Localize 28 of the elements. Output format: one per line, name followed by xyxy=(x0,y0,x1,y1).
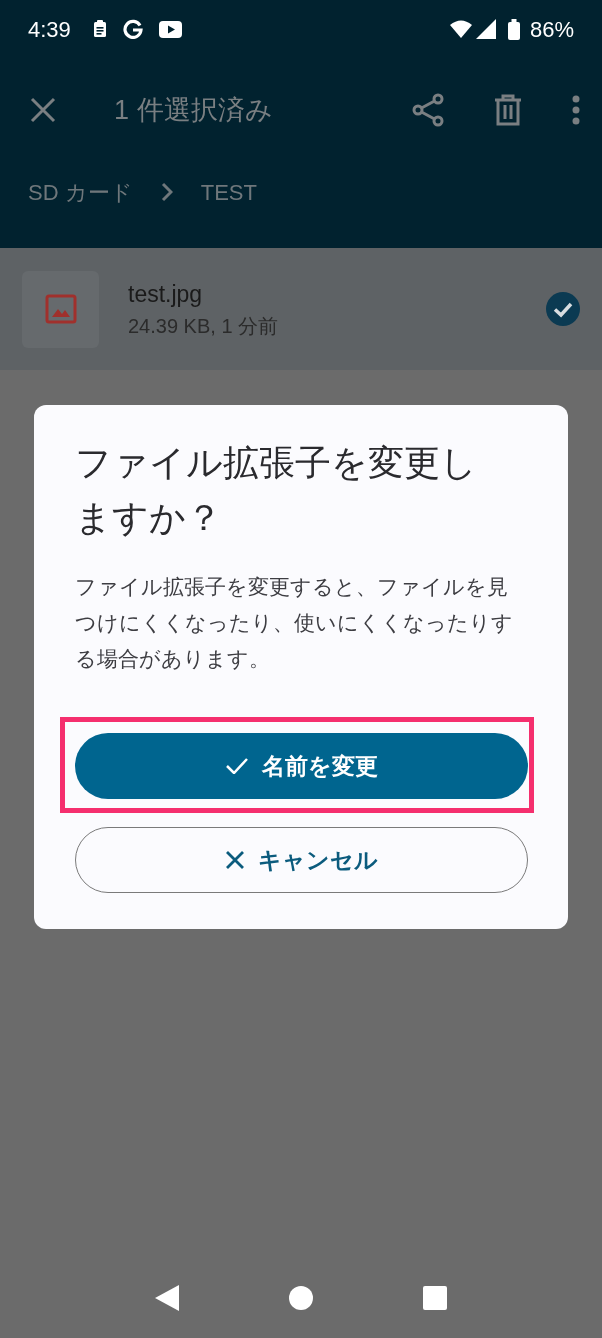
close-icon xyxy=(225,851,244,869)
breadcrumb-item[interactable]: SD カード xyxy=(28,175,133,209)
more-options-icon[interactable] xyxy=(572,95,580,125)
letter-g-icon xyxy=(122,19,143,39)
play-icon xyxy=(158,20,182,38)
battery-percent: 86% xyxy=(529,15,574,44)
clock: 4:39 xyxy=(28,15,71,44)
wifi-icon xyxy=(449,20,472,38)
dialog-message: ファイル拡張子を変更すると、ファイルを見つけにくくなったり、使いにくくなったりする場合があります。 xyxy=(75,574,514,672)
signal-icon xyxy=(475,19,496,39)
chevron-right-icon xyxy=(160,182,173,202)
dialog-title: ファイル拡張子を変更しますか？ xyxy=(75,441,478,540)
selection-count-title: 1 件選択済み xyxy=(114,93,273,127)
battery-icon xyxy=(507,18,520,40)
cancel-button[interactable]: キャンセル xyxy=(75,827,528,893)
breadcrumb-item[interactable]: TEST xyxy=(200,175,257,209)
rename-button[interactable]: 名前を変更 xyxy=(75,733,528,799)
check-icon xyxy=(225,758,248,774)
clipboard-icon xyxy=(92,20,107,38)
file-details: 24.39 KB, 1 分前 xyxy=(128,314,279,340)
close-icon[interactable] xyxy=(30,97,56,123)
delete-icon[interactable] xyxy=(494,94,522,126)
back-icon[interactable] xyxy=(155,1285,179,1311)
image-icon xyxy=(44,294,77,324)
checkmark-icon[interactable] xyxy=(546,292,580,326)
home-icon[interactable] xyxy=(289,1286,313,1310)
share-icon[interactable] xyxy=(412,93,444,127)
file-name: test.jpg xyxy=(128,279,204,309)
